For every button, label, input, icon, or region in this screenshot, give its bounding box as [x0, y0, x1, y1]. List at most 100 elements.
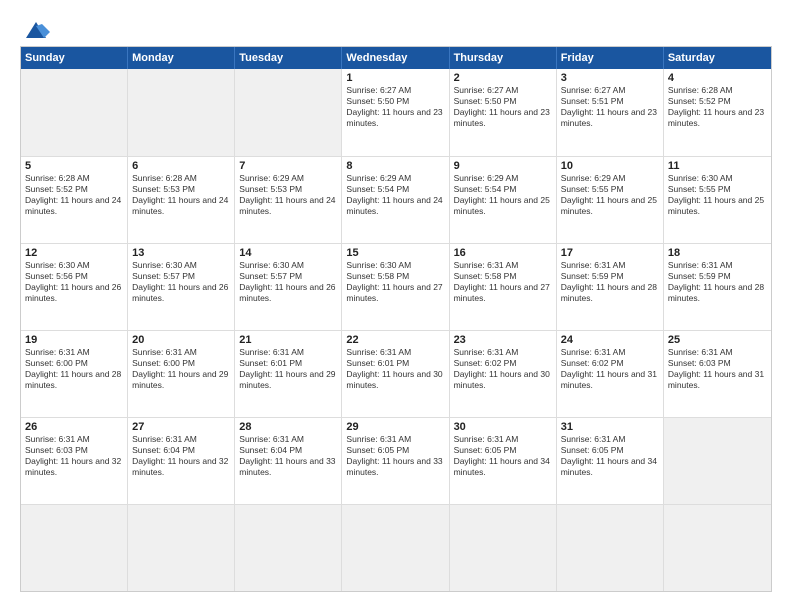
calendar-cell: 1Sunrise: 6:27 AM Sunset: 5:50 PM Daylig…: [342, 69, 449, 156]
header-cell-tuesday: Tuesday: [235, 47, 342, 69]
calendar-cell: 22Sunrise: 6:31 AM Sunset: 6:01 PM Dayli…: [342, 331, 449, 417]
calendar-cell: 15Sunrise: 6:30 AM Sunset: 5:58 PM Dayli…: [342, 244, 449, 330]
cell-text: Sunrise: 6:30 AM Sunset: 5:56 PM Dayligh…: [25, 260, 123, 304]
calendar-row: 26Sunrise: 6:31 AM Sunset: 6:03 PM Dayli…: [21, 417, 771, 504]
cell-text: Sunrise: 6:31 AM Sunset: 6:01 PM Dayligh…: [239, 347, 337, 391]
calendar-cell: 17Sunrise: 6:31 AM Sunset: 5:59 PM Dayli…: [557, 244, 664, 330]
calendar-cell: [664, 505, 771, 591]
calendar-cell: 9Sunrise: 6:29 AM Sunset: 5:54 PM Daylig…: [450, 157, 557, 243]
day-number: 4: [668, 72, 767, 84]
calendar: SundayMondayTuesdayWednesdayThursdayFrid…: [20, 46, 772, 592]
calendar-cell: [128, 505, 235, 591]
day-number: 22: [346, 334, 444, 346]
header-cell-monday: Monday: [128, 47, 235, 69]
day-number: 13: [132, 247, 230, 259]
day-number: 25: [668, 334, 767, 346]
calendar-cell: 25Sunrise: 6:31 AM Sunset: 6:03 PM Dayli…: [664, 331, 771, 417]
calendar-body: 1Sunrise: 6:27 AM Sunset: 5:50 PM Daylig…: [21, 69, 771, 591]
cell-text: Sunrise: 6:31 AM Sunset: 6:02 PM Dayligh…: [561, 347, 659, 391]
calendar-cell: [21, 505, 128, 591]
calendar-cell: [21, 69, 128, 156]
cell-text: Sunrise: 6:31 AM Sunset: 6:01 PM Dayligh…: [346, 347, 444, 391]
calendar-cell: 26Sunrise: 6:31 AM Sunset: 6:03 PM Dayli…: [21, 418, 128, 504]
calendar-row: 1Sunrise: 6:27 AM Sunset: 5:50 PM Daylig…: [21, 69, 771, 156]
day-number: 8: [346, 160, 444, 172]
cell-text: Sunrise: 6:28 AM Sunset: 5:52 PM Dayligh…: [668, 85, 767, 129]
calendar-cell: [557, 505, 664, 591]
day-number: 17: [561, 247, 659, 259]
calendar-cell: 13Sunrise: 6:30 AM Sunset: 5:57 PM Dayli…: [128, 244, 235, 330]
cell-text: Sunrise: 6:29 AM Sunset: 5:53 PM Dayligh…: [239, 173, 337, 217]
day-number: 27: [132, 421, 230, 433]
day-number: 12: [25, 247, 123, 259]
calendar-cell: 2Sunrise: 6:27 AM Sunset: 5:50 PM Daylig…: [450, 69, 557, 156]
day-number: 21: [239, 334, 337, 346]
day-number: 1: [346, 72, 444, 84]
day-number: 28: [239, 421, 337, 433]
header-cell-thursday: Thursday: [450, 47, 557, 69]
cell-text: Sunrise: 6:31 AM Sunset: 6:03 PM Dayligh…: [25, 434, 123, 478]
calendar-cell: [235, 69, 342, 156]
day-number: 31: [561, 421, 659, 433]
calendar-cell: 23Sunrise: 6:31 AM Sunset: 6:02 PM Dayli…: [450, 331, 557, 417]
cell-text: Sunrise: 6:29 AM Sunset: 5:54 PM Dayligh…: [454, 173, 552, 217]
cell-text: Sunrise: 6:29 AM Sunset: 5:54 PM Dayligh…: [346, 173, 444, 217]
calendar-row: 19Sunrise: 6:31 AM Sunset: 6:00 PM Dayli…: [21, 330, 771, 417]
calendar-cell: 7Sunrise: 6:29 AM Sunset: 5:53 PM Daylig…: [235, 157, 342, 243]
calendar-cell: 10Sunrise: 6:29 AM Sunset: 5:55 PM Dayli…: [557, 157, 664, 243]
cell-text: Sunrise: 6:31 AM Sunset: 5:59 PM Dayligh…: [561, 260, 659, 304]
day-number: 9: [454, 160, 552, 172]
day-number: 16: [454, 247, 552, 259]
day-number: 15: [346, 247, 444, 259]
cell-text: Sunrise: 6:28 AM Sunset: 5:53 PM Dayligh…: [132, 173, 230, 217]
cell-text: Sunrise: 6:31 AM Sunset: 6:00 PM Dayligh…: [25, 347, 123, 391]
calendar-cell: [664, 418, 771, 504]
calendar-cell: [235, 505, 342, 591]
calendar-cell: 18Sunrise: 6:31 AM Sunset: 5:59 PM Dayli…: [664, 244, 771, 330]
day-number: 3: [561, 72, 659, 84]
calendar-cell: 14Sunrise: 6:30 AM Sunset: 5:57 PM Dayli…: [235, 244, 342, 330]
day-number: 11: [668, 160, 767, 172]
cell-text: Sunrise: 6:31 AM Sunset: 6:05 PM Dayligh…: [561, 434, 659, 478]
calendar-row: 5Sunrise: 6:28 AM Sunset: 5:52 PM Daylig…: [21, 156, 771, 243]
cell-text: Sunrise: 6:31 AM Sunset: 6:05 PM Dayligh…: [454, 434, 552, 478]
calendar-cell: 31Sunrise: 6:31 AM Sunset: 6:05 PM Dayli…: [557, 418, 664, 504]
cell-text: Sunrise: 6:30 AM Sunset: 5:58 PM Dayligh…: [346, 260, 444, 304]
day-number: 30: [454, 421, 552, 433]
header-cell-saturday: Saturday: [664, 47, 771, 69]
calendar-cell: 24Sunrise: 6:31 AM Sunset: 6:02 PM Dayli…: [557, 331, 664, 417]
calendar-cell: 4Sunrise: 6:28 AM Sunset: 5:52 PM Daylig…: [664, 69, 771, 156]
calendar-row: [21, 504, 771, 591]
calendar-header: SundayMondayTuesdayWednesdayThursdayFrid…: [21, 47, 771, 69]
logo: [20, 20, 50, 36]
cell-text: Sunrise: 6:29 AM Sunset: 5:55 PM Dayligh…: [561, 173, 659, 217]
calendar-row: 12Sunrise: 6:30 AM Sunset: 5:56 PM Dayli…: [21, 243, 771, 330]
day-number: 20: [132, 334, 230, 346]
header-cell-friday: Friday: [557, 47, 664, 69]
logo-icon: [22, 20, 50, 40]
day-number: 5: [25, 160, 123, 172]
day-number: 23: [454, 334, 552, 346]
cell-text: Sunrise: 6:31 AM Sunset: 6:04 PM Dayligh…: [239, 434, 337, 478]
calendar-cell: 29Sunrise: 6:31 AM Sunset: 6:05 PM Dayli…: [342, 418, 449, 504]
day-number: 18: [668, 247, 767, 259]
calendar-cell: 27Sunrise: 6:31 AM Sunset: 6:04 PM Dayli…: [128, 418, 235, 504]
cell-text: Sunrise: 6:27 AM Sunset: 5:50 PM Dayligh…: [346, 85, 444, 129]
day-number: 7: [239, 160, 337, 172]
calendar-cell: 30Sunrise: 6:31 AM Sunset: 6:05 PM Dayli…: [450, 418, 557, 504]
day-number: 24: [561, 334, 659, 346]
day-number: 2: [454, 72, 552, 84]
day-number: 14: [239, 247, 337, 259]
cell-text: Sunrise: 6:31 AM Sunset: 5:58 PM Dayligh…: [454, 260, 552, 304]
cell-text: Sunrise: 6:31 AM Sunset: 5:59 PM Dayligh…: [668, 260, 767, 304]
day-number: 6: [132, 160, 230, 172]
cell-text: Sunrise: 6:30 AM Sunset: 5:57 PM Dayligh…: [132, 260, 230, 304]
calendar-cell: 16Sunrise: 6:31 AM Sunset: 5:58 PM Dayli…: [450, 244, 557, 330]
calendar-cell: 21Sunrise: 6:31 AM Sunset: 6:01 PM Dayli…: [235, 331, 342, 417]
cell-text: Sunrise: 6:31 AM Sunset: 6:05 PM Dayligh…: [346, 434, 444, 478]
calendar-cell: 20Sunrise: 6:31 AM Sunset: 6:00 PM Dayli…: [128, 331, 235, 417]
calendar-cell: 12Sunrise: 6:30 AM Sunset: 5:56 PM Dayli…: [21, 244, 128, 330]
calendar-cell: 11Sunrise: 6:30 AM Sunset: 5:55 PM Dayli…: [664, 157, 771, 243]
cell-text: Sunrise: 6:30 AM Sunset: 5:57 PM Dayligh…: [239, 260, 337, 304]
cell-text: Sunrise: 6:31 AM Sunset: 6:00 PM Dayligh…: [132, 347, 230, 391]
